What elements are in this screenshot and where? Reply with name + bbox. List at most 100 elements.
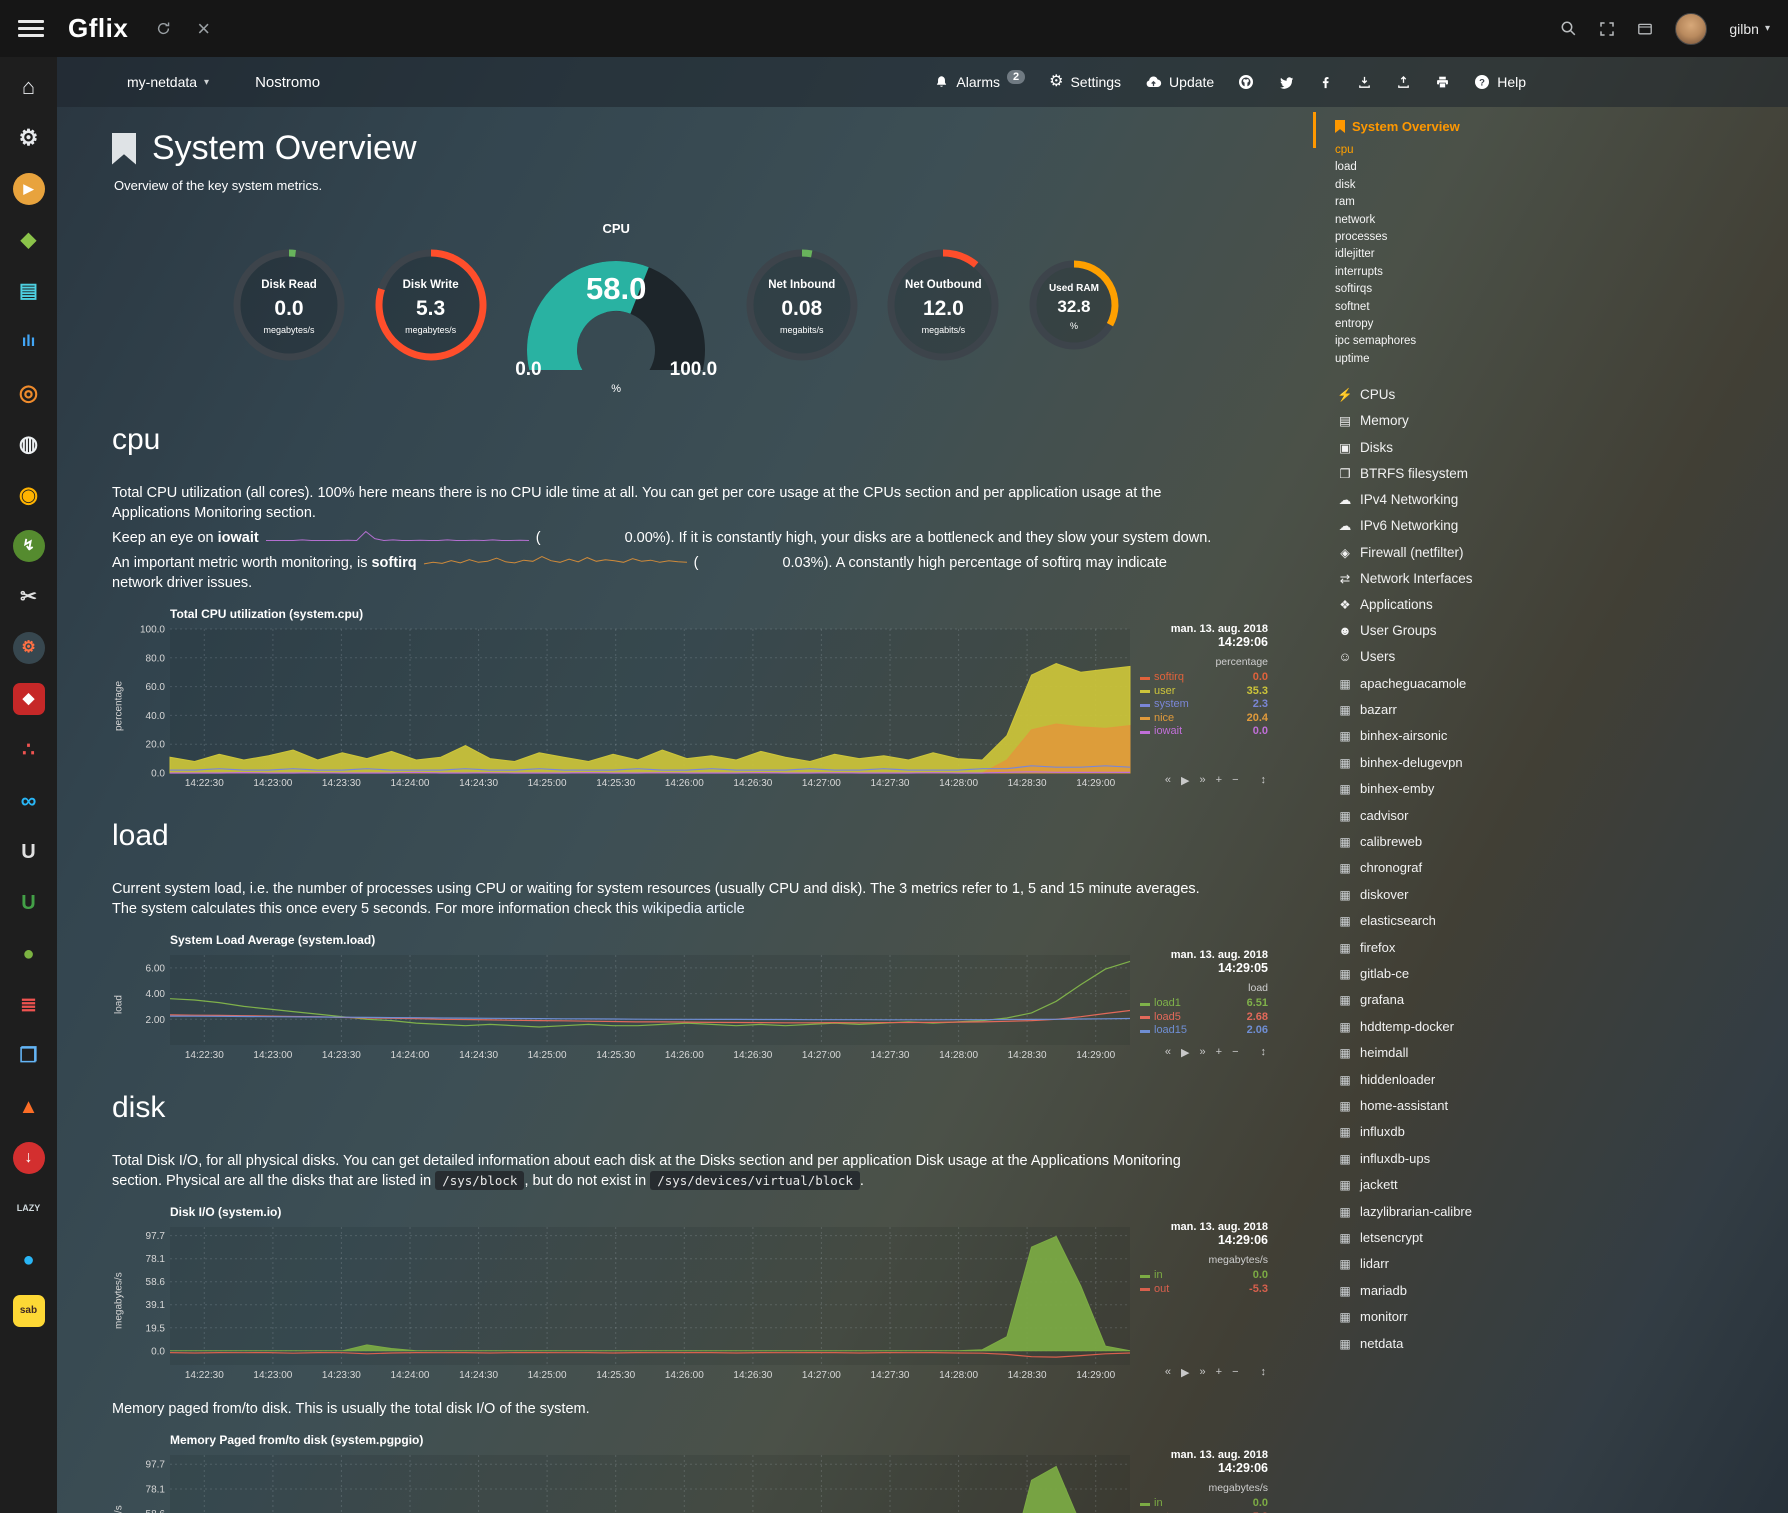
nav-help[interactable]: ?Help [1474,74,1526,90]
nav-github[interactable] [1238,74,1254,90]
sidebar-app-influxdb[interactable]: ▦influxdb [1335,1119,1785,1145]
sidebar-section-applications[interactable]: ❖Applications [1335,592,1785,618]
sidebar-item-cpu[interactable]: cpu [1335,142,1785,159]
sidebar-app-drop-app[interactable]: ● [0,1234,57,1285]
legend-entry-load1[interactable]: load16.51 [1140,997,1268,1011]
nav-print[interactable] [1435,75,1450,90]
fullscreen-icon[interactable] [1599,21,1615,37]
zoom-in-button[interactable]: + [1216,1046,1222,1059]
zoom-in-button[interactable]: + [1216,774,1222,787]
sidebar-app-heimdall[interactable]: ▦heimdall [1335,1040,1785,1066]
sidebar-item-uptime[interactable]: uptime [1335,351,1785,368]
resize-handle[interactable]: ↕ [1261,774,1267,787]
pan-left-button[interactable]: « [1165,1046,1171,1059]
sidebar-app-lightning-app[interactable]: ↯ [0,520,57,571]
sidebar-app-green-disc-app[interactable]: ● [0,928,57,979]
gauge-disk-write[interactable]: Disk Write5.3megabytes/s [372,246,490,369]
sidebar-app-search-app[interactable]: ◎ [0,367,57,418]
pan-left-button[interactable]: « [1165,1366,1171,1379]
gauge-cpu[interactable]: CPU58.00.0100.0% [513,221,719,393]
sidebar-app-binhex-delugevpn[interactable]: ▦binhex-delugevpn [1335,750,1785,776]
sidebar-section-network-interfaces[interactable]: ⇄Network Interfaces [1335,566,1785,592]
sidebar-section-users[interactable]: ☺Users [1335,644,1785,670]
pan-right-button[interactable]: » [1200,774,1206,787]
nav-settings[interactable]: ⚙Settings [1049,74,1121,90]
legend-entry-iowait[interactable]: iowait0.0 [1140,725,1268,739]
nav-alarms[interactable]: Alarms2 [934,74,1025,90]
sidebar-app-home[interactable]: ⌂ [0,61,57,112]
zoom-out-button[interactable]: − [1232,1366,1238,1379]
resize-handle[interactable]: ↕ [1261,1046,1267,1059]
sidebar-app-white-disc-app[interactable]: ◍ [0,418,57,469]
sidebar-app-apacheguacamole[interactable]: ▦apacheguacamole [1335,671,1785,697]
sidebar-app-containers-app[interactable]: ▤ [0,265,57,316]
avatar[interactable] [1675,13,1707,45]
sidebar-item-softnet[interactable]: softnet [1335,299,1785,316]
disk-chart-plot[interactable]: 97.778.158.639.119.50.014:22:3014:23:001… [126,1221,1136,1381]
sidebar-app-binhex-emby[interactable]: ▦binhex-emby [1335,776,1785,802]
sidebar-app-lazylibrarian-calibre[interactable]: ▦lazylibrarian-calibre [1335,1199,1785,1225]
legend-entry-softirq[interactable]: softirq0.0 [1140,671,1268,685]
pan-right-button[interactable]: » [1200,1366,1206,1379]
sidebar-app-binhex-airsonic[interactable]: ▦binhex-airsonic [1335,723,1785,749]
legend-entry-load15[interactable]: load152.06 [1140,1024,1268,1038]
sidebar-app-elasticsearch[interactable]: ▦elasticsearch [1335,908,1785,934]
sidebar-item-load[interactable]: load [1335,159,1785,176]
sidebar-app-chronograf[interactable]: ▦chronograf [1335,855,1785,881]
sidebar-app-jackett[interactable]: ▦jackett [1335,1172,1785,1198]
sidebar-app-home-assistant[interactable]: ▦home-assistant [1335,1093,1785,1119]
server-dropdown[interactable]: my-netdata ▾ [127,74,209,90]
sidebar-app-lidarr[interactable]: ▦lidarr [1335,1251,1785,1277]
sidebar-app-dots-app[interactable]: ∴ [0,724,57,775]
sidebar-app-firefox[interactable]: ▦firefox [1335,935,1785,961]
legend-entry-system[interactable]: system2.3 [1140,698,1268,712]
sidebar-item-processes[interactable]: processes [1335,229,1785,246]
menu-icon[interactable] [18,20,44,37]
search-icon[interactable] [1560,20,1577,37]
sidebar-app-diskover[interactable]: ▦diskover [1335,882,1785,908]
legend-entry-user[interactable]: user35.3 [1140,685,1268,699]
legend-entry-in[interactable]: in0.0 [1140,1497,1268,1511]
sidebar-app-green-diamond-app[interactable]: ◆ [0,214,57,265]
sidebar-app-jackett[interactable]: ⚙ [0,622,57,673]
sidebar-section-cpus[interactable]: ⚡CPUs [1335,382,1785,408]
wikipedia-link[interactable]: wikipedia article [642,901,744,917]
sidebar-app-cadvisor[interactable]: ▦cadvisor [1335,803,1785,829]
sidebar-app-scissors-app[interactable]: ✂ [0,571,57,622]
sidebar-section-btrfs-filesystem[interactable]: ❐BTRFS filesystem [1335,461,1785,487]
legend-entry-in[interactable]: in0.0 [1140,1269,1268,1283]
sidebar-app-hiddenloader[interactable]: ▦hiddenloader [1335,1067,1785,1093]
sidebar-app-influxdb-ups[interactable]: ▦influxdb-ups [1335,1146,1785,1172]
nav-upload[interactable] [1396,75,1411,90]
refresh-icon[interactable] [156,21,171,36]
gauge-used-ram[interactable]: Used RAM32.8% [1026,257,1122,358]
sidebar-app-hddtemp-docker[interactable]: ▦hddtemp-docker [1335,1014,1785,1040]
sidebar-app-pills-app[interactable]: ≣ [0,979,57,1030]
zoom-in-button[interactable]: + [1216,1366,1222,1379]
sidebar-app-green-u-app[interactable]: U [0,877,57,928]
zoom-out-button[interactable]: − [1232,1046,1238,1059]
load-chart-plot[interactable]: 6.004.002.0014:22:3014:23:0014:23:3014:2… [126,949,1136,1061]
gauge-net-outbound[interactable]: Net Outbound12.0megabits/s [884,246,1002,369]
sidebar-item-softirqs[interactable]: softirqs [1335,281,1785,298]
sidebar-app-netdata[interactable]: ▦netdata [1335,1331,1785,1357]
sidebar-app-window-app[interactable]: ❐ [0,1030,57,1081]
tabs-icon[interactable] [1637,21,1653,37]
sidebar-item-ipc-semaphores[interactable]: ipc semaphores [1335,333,1785,350]
gauge-net-inbound[interactable]: Net Inbound0.08megabits/s [743,246,861,369]
sidebar-header-system-overview[interactable]: System Overview [1335,119,1785,134]
nav-twitter[interactable] [1278,74,1294,90]
sidebar-item-disk[interactable]: disk [1335,177,1785,194]
sidebar-section-user-groups[interactable]: ☻User Groups [1335,618,1785,644]
sidebar-app-unraid-app[interactable]: U [0,826,57,877]
sidebar-item-idlejitter[interactable]: idlejitter [1335,246,1785,263]
sidebar-app-airsonic[interactable]: ılı [0,316,57,367]
gauge-disk-read[interactable]: Disk Read0.0megabytes/s [230,246,348,369]
sidebar-item-ram[interactable]: ram [1335,194,1785,211]
sidebar-app-lazylibrarian[interactable]: LAZY [0,1183,57,1234]
legend-entry-load5[interactable]: load52.68 [1140,1011,1268,1025]
sidebar-app-gitlab-ce[interactable]: ▦gitlab-ce [1335,961,1785,987]
sidebar-app-sync-app[interactable]: ∞ [0,775,57,826]
sidebar-app-settings[interactable]: ⚙ [0,112,57,163]
sidebar-app-letsencrypt[interactable]: ▦letsencrypt [1335,1225,1785,1251]
